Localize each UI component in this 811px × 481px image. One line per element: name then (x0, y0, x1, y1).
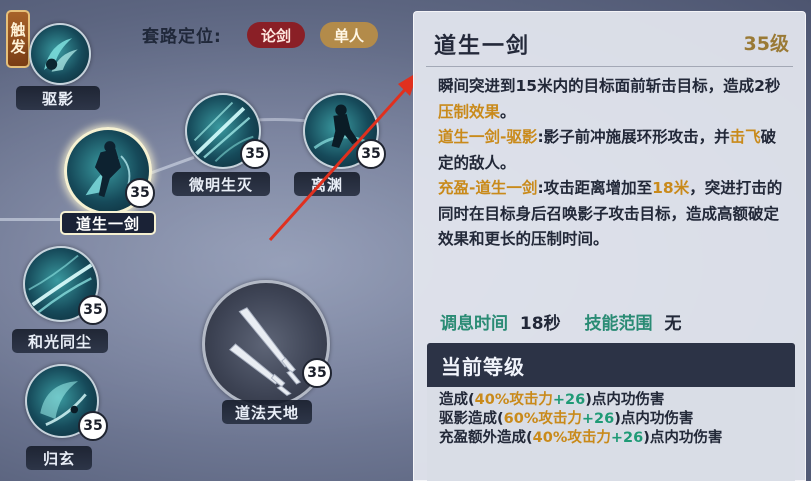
desc-paragraph-1: 瞬间突进到15米内的目标面前斩击目标，造成2秒压制效果。 (438, 77, 781, 121)
route-tag-duel: 论剑 (247, 22, 306, 48)
skill-level-badge: 35 (78, 295, 108, 325)
skill-title: 道生一剑 (434, 34, 531, 59)
twin-swords-icon (229, 307, 302, 397)
skill-name-liyuan[interactable]: 离渊 (294, 172, 360, 196)
route-tag-solo: 单人 (320, 22, 379, 48)
current-level-title: 当前等级 (441, 355, 525, 379)
skill-name-heguang-tongchen[interactable]: 和光同尘 (12, 329, 108, 353)
skill-detail-panel: 道生一剑 35级 瞬间突进到15米内的目标面前斩击目标，造成2秒压制效果。 道生… (413, 11, 806, 481)
shadow-claw-icon (44, 38, 78, 72)
current-level-box: 当前等级 造成(40%攻击力+26)点内功伤害 驱影造成(60%攻击力+26)点… (427, 343, 795, 481)
desc-paragraph-2: 道生一剑-驱影:影子前冲施展环形攻击，并击飞破定的敌人。 (438, 128, 777, 172)
divider (426, 66, 793, 67)
range-value: 无 (664, 314, 682, 334)
skill-level-badge: 35 (302, 358, 332, 388)
skill-level-text: 35级 (743, 33, 789, 55)
route-label: 套路定位: (142, 27, 222, 47)
skill-name-weiming-shengmie[interactable]: 微明生灭 (172, 172, 270, 196)
skill-stats: 调息时间 18秒 技能范围 无 (440, 309, 681, 334)
skill-name-guixuan[interactable]: 归玄 (26, 446, 92, 470)
skill-icon-daofa-tiandi[interactable] (202, 280, 330, 408)
desc-paragraph-3: 充盈-道生一剑:攻击距离增加至18米，突进打击的同时在目标身后召唤影子攻击目标，… (438, 179, 783, 248)
trigger-tag[interactable]: 触发 (6, 10, 30, 68)
damage-line-2: 驱影造成(60%攻击力+26)点内功伤害 (439, 411, 694, 427)
skill-level-badge: 35 (125, 178, 155, 208)
range-label: 技能范围 (584, 314, 653, 334)
cooldown-label: 调息时间 (440, 314, 508, 334)
cooldown-value: 18秒 (519, 314, 561, 334)
skill-icon-quying[interactable] (29, 23, 91, 85)
skill-description: 瞬间突进到15米内的目标面前斩击目标，造成2秒压制效果。 道生一剑-驱影:影子前… (438, 74, 790, 253)
skill-name-daofa-tiandi[interactable]: 道法天地 (222, 400, 312, 424)
skill-name-daosheng-yijian[interactable]: 道生一剑 (60, 211, 156, 235)
skill-level-badge: 35 (356, 139, 386, 169)
skill-name-quying[interactable]: 驱影 (16, 86, 100, 110)
damage-line-1: 造成(40%攻击力+26)点内功伤害 (439, 392, 665, 408)
damage-line-3: 充盈额外造成(40%攻击力+26)点内功伤害 (439, 430, 723, 446)
current-level-body: 造成(40%攻击力+26)点内功伤害 驱影造成(60%攻击力+26)点内功伤害 … (427, 387, 795, 481)
skill-level-badge: 35 (78, 411, 108, 441)
skill-level-badge: 35 (240, 139, 270, 169)
